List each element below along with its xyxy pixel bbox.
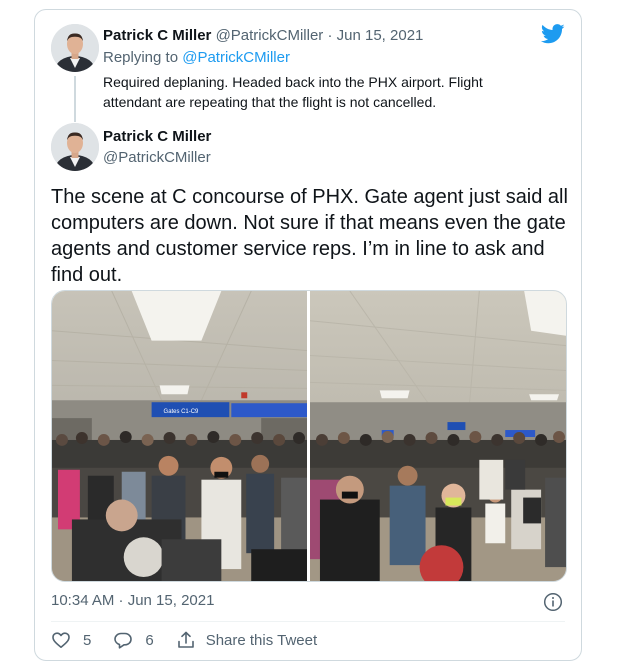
reply-tweet-header: Patrick C Miller @PatrickCMiller · Jun 1… [103,27,423,44]
share-label: Share this Tweet [205,631,318,649]
photo-right[interactable] [310,291,566,581]
avatar[interactable] [51,24,99,72]
tweet-date[interactable]: Jun 15, 2021 [337,27,424,44]
like-count: 5 [83,631,92,649]
reply-button[interactable]: 6 [113,630,154,650]
thread-connector [74,76,76,122]
tweet-timestamp[interactable]: 10:34 AM · Jun 15, 2021 [51,592,214,609]
reply-bubble-icon [114,632,133,649]
avatar[interactable] [51,123,99,171]
author-handle[interactable]: @PatrickCMiller [103,149,211,166]
embedded-tweet-card[interactable]: Patrick C Miller @PatrickCMiller · Jun 1… [34,9,582,661]
tweet-media[interactable]: Gates C1-C9 [51,290,567,582]
share-icon [177,631,194,648]
reply-tweet-text: Required deplaning. Headed back into the… [103,74,483,110]
author-handle[interactable]: @PatrickCMiller [216,27,324,44]
heart-icon [52,632,70,648]
tweet-text: The scene at C concourse of PHX. Gate ag… [51,186,568,286]
like-button[interactable]: 5 [51,630,91,650]
author-name[interactable]: Patrick C Miller [103,27,211,44]
replying-to: Replying to @PatrickCMiller [103,49,290,66]
reply-count: 6 [145,631,154,649]
tweet-actions: 5 6 Share this Tweet [51,630,339,650]
twitter-bird-icon[interactable] [541,24,565,44]
replying-to-link[interactable]: @PatrickCMiller [182,49,290,66]
separator-dot: · [327,27,333,44]
info-icon[interactable] [543,592,563,612]
replying-prefix: Replying to [103,49,179,66]
share-button[interactable]: Share this Tweet [176,630,317,650]
author-name[interactable]: Patrick C Miller [103,128,211,145]
photo-left[interactable]: Gates C1-C9 [52,291,308,581]
divider [51,621,565,622]
gate-sign-text: Gates C1-C9 [164,409,199,415]
